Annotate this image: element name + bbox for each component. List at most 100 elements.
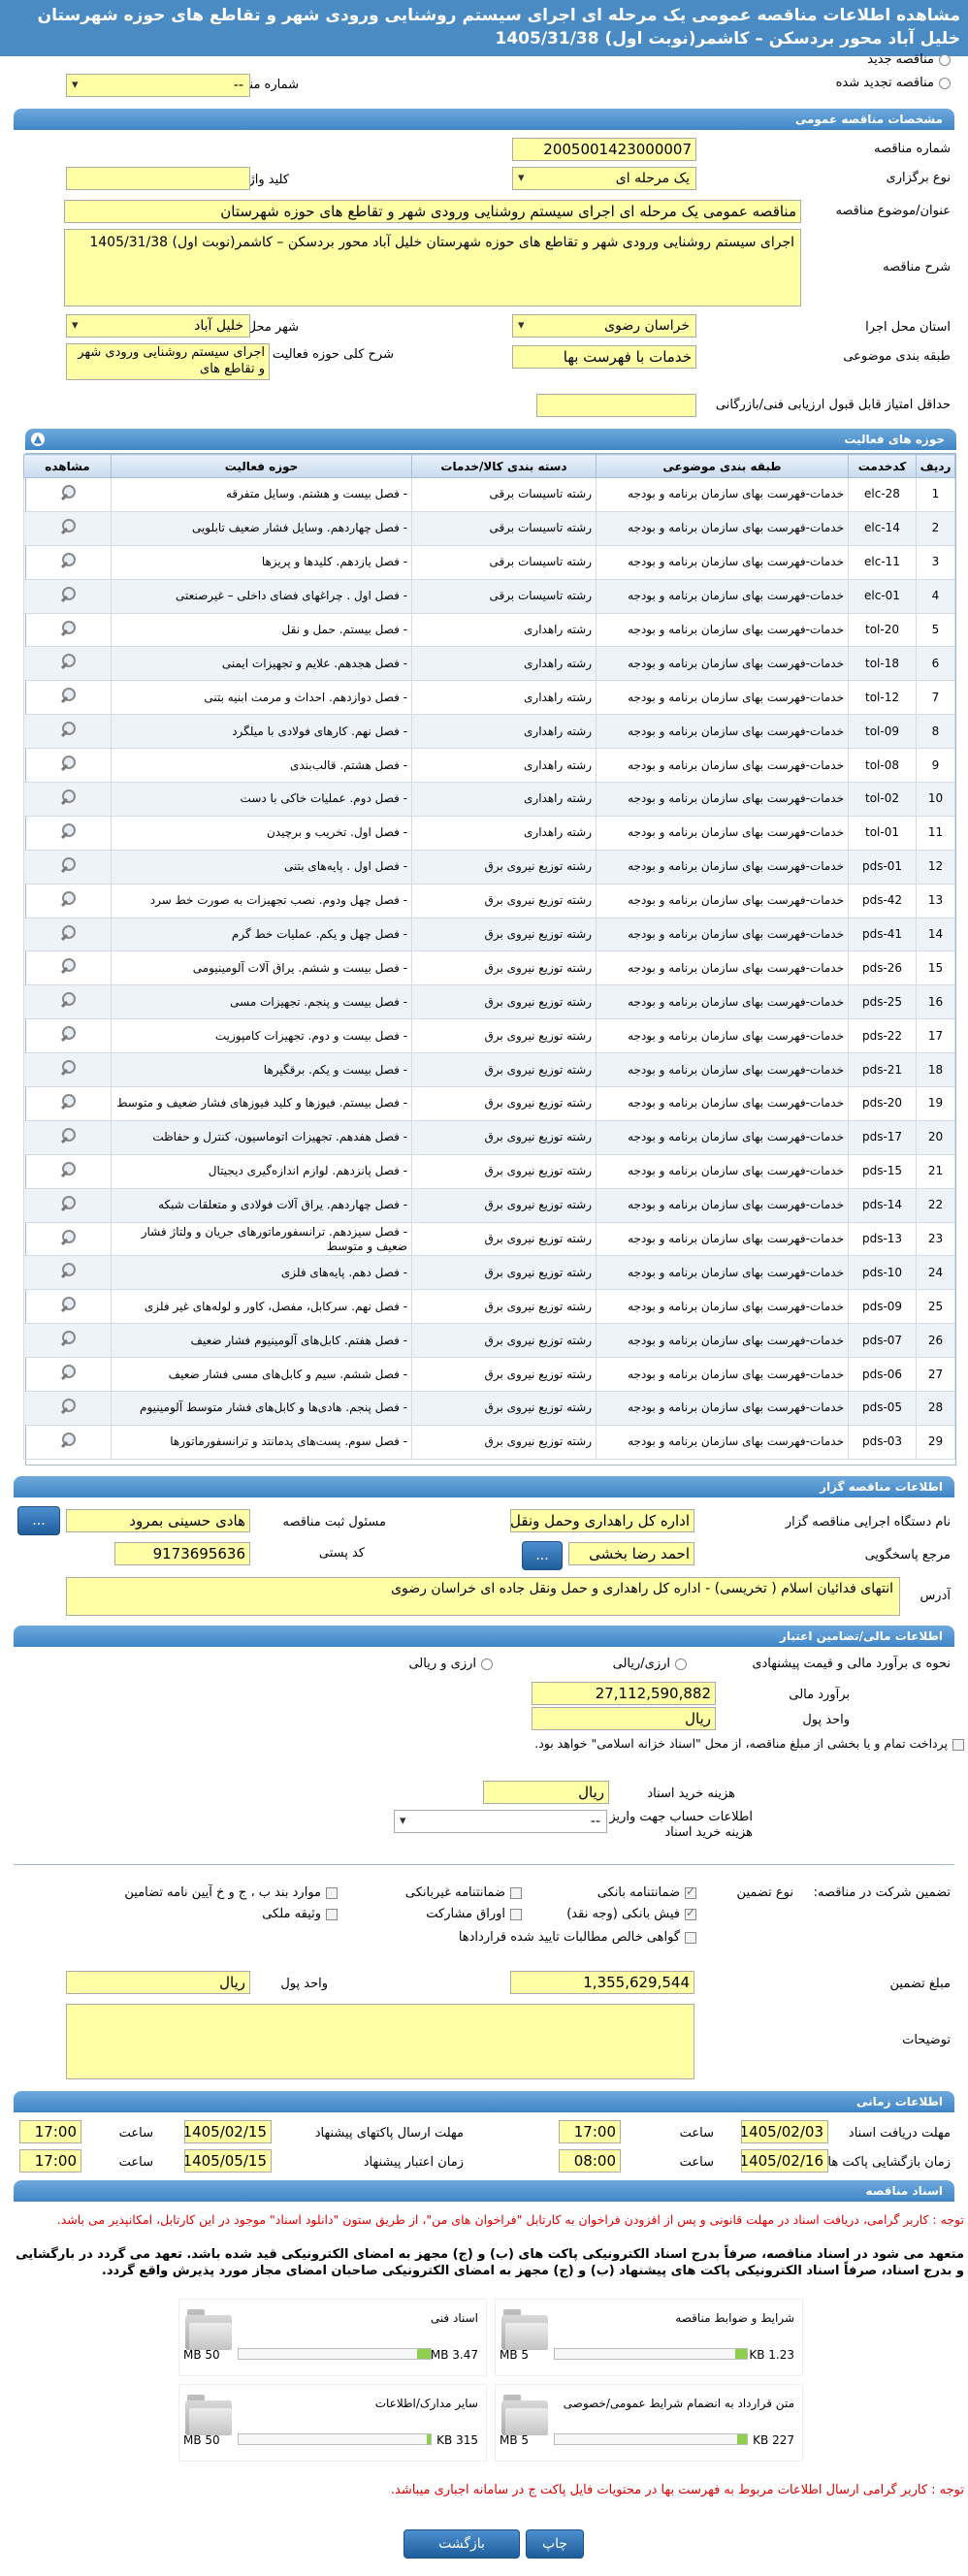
cell-view[interactable] (23, 544, 112, 580)
cell-view[interactable] (23, 1119, 112, 1155)
cell-view[interactable] (23, 950, 112, 986)
receive-deadline-date[interactable]: 1405/02/03 (741, 2120, 828, 2143)
document-card[interactable]: شرایط و ضوابط مناقصه 1.23 KB 5 MB (495, 2299, 803, 2376)
cell-view[interactable] (23, 1187, 112, 1223)
cell-view[interactable] (23, 646, 112, 682)
cell-view[interactable] (23, 1391, 112, 1426)
doc-fee-field[interactable]: ریال (483, 1781, 609, 1804)
cell-view[interactable] (23, 917, 112, 952)
send-deadline-time[interactable]: 17:00 (19, 2120, 81, 2143)
checkbox-icon[interactable] (510, 1908, 522, 1920)
category-field[interactable]: خدمات با فهرست بها (512, 345, 696, 369)
radio-renewed-tender[interactable]: مناقصه تجدید شده (836, 76, 951, 90)
cell-view[interactable] (23, 1424, 112, 1460)
magnifier-icon[interactable] (59, 586, 77, 603)
cell-view[interactable] (23, 1018, 112, 1054)
prev-number-select[interactable]: -- (66, 74, 250, 97)
officer-lookup-button[interactable]: ... (17, 1506, 60, 1535)
document-card[interactable]: اسناد فنی 3.47 MB 50 MB (178, 2299, 487, 2376)
magnifier-icon[interactable] (59, 518, 77, 535)
opt-nonbank-guarantee[interactable]: ضمانتنامه غیربانکی (405, 1885, 522, 1900)
account-select[interactable]: -- (394, 1810, 607, 1833)
guarantee-currency-field[interactable]: ریال (66, 1971, 250, 1994)
magnifier-icon[interactable] (59, 789, 77, 806)
radio-fx-or-rial[interactable]: ارزی/ریالی (613, 1657, 687, 1671)
opening-time[interactable]: 08:00 (559, 2149, 621, 2173)
treasury-checkbox[interactable] (952, 1738, 964, 1751)
magnifier-icon[interactable] (59, 1025, 77, 1043)
opening-date[interactable]: 1405/02/16 (741, 2149, 828, 2173)
magnifier-icon[interactable] (59, 1296, 77, 1313)
opt-certificate[interactable]: گواهی خالص مطالبات تایید شده قراردادها (459, 1930, 696, 1945)
send-deadline-date[interactable]: 1405/02/15 (184, 2120, 272, 2143)
ref-field[interactable]: احمد رضا بخشی (568, 1542, 694, 1565)
receive-deadline-time[interactable]: 17:00 (559, 2120, 621, 2143)
radio-icon[interactable] (675, 1658, 687, 1670)
guarantee-amount-field[interactable]: 1,355,629,544 (510, 1971, 694, 1994)
checkbox-icon[interactable] (326, 1886, 338, 1899)
magnifier-icon[interactable] (59, 924, 77, 942)
document-card[interactable]: سایر مدارک/اطلاعات 315 KB 50 MB (178, 2384, 487, 2462)
validity-time[interactable]: 17:00 (19, 2149, 81, 2173)
magnifier-icon[interactable] (59, 1093, 77, 1111)
magnifier-icon[interactable] (59, 1195, 77, 1212)
magnifier-icon[interactable] (59, 1127, 77, 1144)
magnifier-icon[interactable] (59, 552, 77, 569)
magnifier-icon[interactable] (59, 856, 77, 874)
radio-icon[interactable] (481, 1658, 493, 1670)
cell-view[interactable] (23, 849, 112, 885)
officer-field[interactable]: هادی حسینی بمرود (66, 1509, 250, 1532)
title-field[interactable]: مناقصه عمومی یک مرحله ای اجرای سیستم روش… (64, 200, 801, 223)
opt-securities[interactable]: اوراق مشارکت (426, 1907, 522, 1921)
magnifier-icon[interactable] (59, 687, 77, 704)
postal-field[interactable]: 9173695636 (114, 1542, 250, 1565)
magnifier-icon[interactable] (59, 957, 77, 975)
cell-view[interactable] (23, 883, 112, 918)
magnifier-icon[interactable] (59, 1330, 77, 1347)
address-field[interactable]: انتهای فدائیان اسلام ( تخریسی) - اداره ک… (66, 1577, 900, 1616)
magnifier-icon[interactable] (59, 1059, 77, 1077)
city-select[interactable]: خلیل آباد (66, 314, 250, 338)
checkbox-icon[interactable] (326, 1908, 338, 1920)
radio-icon[interactable] (939, 77, 951, 89)
back-button[interactable]: بازگشت (403, 2529, 520, 2559)
magnifier-icon[interactable] (59, 822, 77, 840)
print-button[interactable]: چاپ (526, 2529, 584, 2559)
cell-view[interactable] (23, 748, 112, 784)
cell-view[interactable] (23, 578, 112, 614)
checkbox-icon[interactable] (685, 1884, 696, 1899)
ref-lookup-button[interactable]: ... (522, 1541, 563, 1570)
checkbox-icon[interactable] (685, 1906, 696, 1920)
cell-view[interactable] (23, 984, 112, 1020)
magnifier-icon[interactable] (59, 620, 77, 637)
tender-number-field[interactable]: 2005001423000007 (512, 138, 696, 161)
cell-view[interactable] (23, 1255, 112, 1291)
magnifier-icon[interactable] (59, 1161, 77, 1178)
magnifier-icon[interactable] (59, 1398, 77, 1415)
magnifier-icon[interactable] (59, 991, 77, 1009)
cell-view[interactable] (23, 477, 112, 512)
min-score-field[interactable] (536, 394, 696, 417)
cell-view[interactable] (23, 1221, 112, 1257)
treasury-note[interactable]: پرداخت تمام و یا بخشی از مبلغ مناقصه، از… (4, 1736, 964, 1752)
checkbox-icon[interactable] (685, 1931, 696, 1944)
estimate-field[interactable]: 27,112,590,882 (532, 1682, 716, 1705)
cell-view[interactable] (23, 1323, 112, 1359)
cell-view[interactable] (23, 510, 112, 546)
opt-cheque[interactable]: فیش بانکی (وجه نقد) (566, 1906, 696, 1921)
org-field[interactable]: اداره کل راهداری وحمل ونقل (510, 1509, 694, 1532)
cell-view[interactable] (23, 1052, 112, 1088)
collapse-icon[interactable]: ▲ (31, 433, 45, 446)
scope-field[interactable]: اجرای سیستم روشنایی ورودی شهر و تقاطع ها… (66, 343, 270, 380)
method-select[interactable]: یک مرحله ای (512, 167, 696, 190)
cell-view[interactable] (23, 782, 112, 817)
magnifier-icon[interactable] (59, 721, 77, 738)
cell-view[interactable] (23, 1357, 112, 1393)
desc-field[interactable]: اجرای سیستم روشنایی ورودی شهر و تقاطع ها… (64, 229, 801, 306)
cell-view[interactable] (23, 680, 112, 716)
opt-bank-guarantee[interactable]: ضمانتنامه بانکی (597, 1884, 696, 1900)
document-card[interactable]: متن قرارداد به انضمام شرایط عمومی/خصوصی … (495, 2384, 803, 2462)
province-select[interactable]: خراسان رضوی (512, 314, 696, 338)
magnifier-icon[interactable] (59, 1229, 77, 1246)
validity-date[interactable]: 1405/05/15 (184, 2149, 272, 2173)
